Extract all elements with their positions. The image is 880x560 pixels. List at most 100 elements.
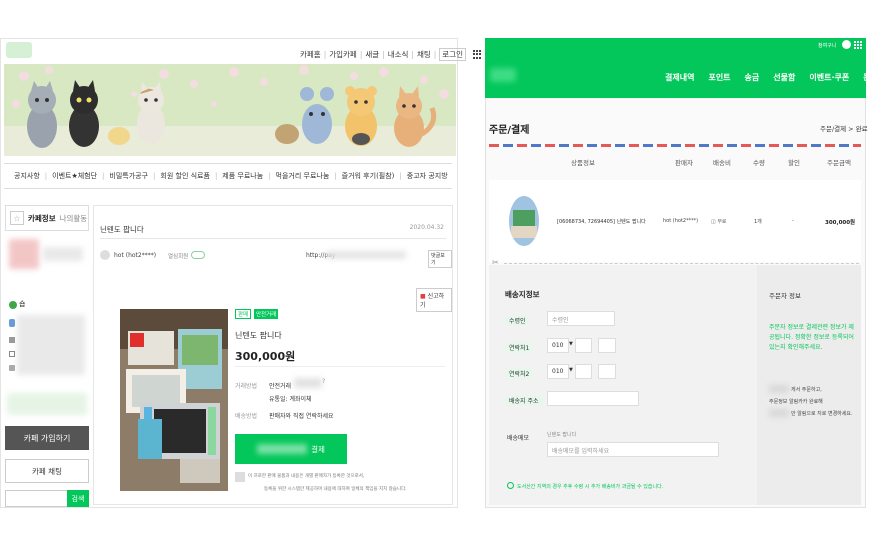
menu-item-member-discount[interactable]: 회원 할인 식료품: [160, 171, 210, 181]
menu-item-notice[interactable]: 공지사항: [14, 171, 40, 181]
pay-header-nav: 결제내역 포인트 송금 선물함 이벤트·쿠폰 문의·리뷰: [665, 72, 880, 83]
apps-grid-icon[interactable]: [473, 50, 482, 59]
header-user[interactable]: 참여구니: [818, 42, 836, 49]
tab-my-activity[interactable]: 나의활동: [60, 213, 88, 224]
nav-inquiry-review[interactable]: 문의·리뷰: [863, 72, 880, 83]
product-image[interactable]: [120, 309, 228, 491]
nav-cafe-home[interactable]: 카페홈: [300, 49, 321, 60]
nav-transfer[interactable]: 송금: [745, 72, 760, 83]
order-info-hidden-2: [769, 409, 789, 417]
tag-safe-deal: 안전거래: [254, 309, 279, 319]
category-menu: 공지사항 | 이벤트★체험단 | 비밀특가공구 | 회원 할인 식료품 | 제품 무료나…: [4, 163, 452, 189]
field-label-shipping: 배송방법: [235, 413, 258, 420]
pay-logo[interactable]: [490, 68, 516, 82]
cafe-stats: [17, 315, 85, 375]
memo-hint: 닌텐도 팝니다: [547, 432, 577, 438]
cafe-chat-button[interactable]: 카페 채팅: [5, 459, 89, 483]
hidden-method-info: [294, 378, 322, 388]
cut-line: [504, 263, 859, 264]
nav-points[interactable]: 포인트: [708, 72, 730, 83]
join-cafe-button[interactable]: 카페 가입하기: [5, 426, 89, 450]
phone1-middle-input[interactable]: [575, 338, 592, 353]
cafe-logo[interactable]: [6, 42, 32, 58]
col-shipping: 배송비: [713, 159, 731, 167]
delivery-section: 배송지정보 수령인 수령인 연락처1 010 ▼ 연락처2 010 ▼ 배송지 …: [489, 265, 861, 505]
cafe-search-button[interactable]: 검색: [67, 490, 89, 507]
airmail-divider: [489, 144, 861, 147]
phone2-label: 연락처2: [505, 368, 534, 379]
product-thumbnail[interactable]: [509, 196, 539, 246]
author-level: 열심회원: [168, 254, 189, 260]
report-button[interactable]: ■ 신고하기: [416, 288, 452, 312]
sidebar-tabs: ☆ 카페정보 나의활동: [5, 205, 89, 231]
pay-button[interactable]: 결제: [235, 434, 347, 464]
page-title: 주문/결제: [489, 125, 530, 136]
user-avatar-icon[interactable]: [842, 40, 851, 49]
row-amount: 300,000원: [825, 220, 856, 226]
address-input[interactable]: [547, 391, 639, 406]
order-info-note-2: 주문정보 알림카카 완료해: [769, 399, 823, 405]
col-amount: 주문금액: [827, 159, 851, 167]
product-price: 300,000원: [235, 350, 296, 363]
star-icon[interactable]: ☆: [10, 211, 24, 225]
calendar-icon: [9, 351, 15, 357]
address-label: 배송지 주소: [505, 395, 543, 406]
nav-new-posts[interactable]: 새글: [365, 49, 379, 60]
nav-payment-history[interactable]: 결제내역: [665, 72, 694, 83]
order-info-note-3: 안 알림으로 지로 변경하세요.: [791, 411, 853, 417]
post-link-hidden: [326, 251, 406, 259]
memo-input[interactable]: 배송메모를 입력하세요: [547, 442, 719, 457]
phone2-middle-input[interactable]: [575, 364, 592, 379]
menu-item-used-notice[interactable]: 중고자 공지방: [407, 171, 448, 181]
notice-icon: [235, 472, 245, 482]
phone1-last-input[interactable]: [598, 338, 616, 353]
phone1-prefix-value: 010: [552, 342, 564, 349]
nav-chat[interactable]: 채팅: [417, 49, 431, 60]
chevron-down-icon: ▼: [569, 341, 573, 347]
field-value-method: 안전거래: [269, 383, 292, 390]
recipient-label: 수령인: [505, 315, 530, 326]
author-avatar[interactable]: [100, 250, 110, 260]
nav-my-news[interactable]: 내소식: [388, 49, 409, 60]
nav-event-coupon[interactable]: 이벤트·쿠폰: [809, 72, 849, 83]
menu-item-reviews[interactable]: 즐거워 후기(필참): [342, 171, 395, 181]
nav-gift-box[interactable]: 선물함: [773, 72, 795, 83]
breadcrumb: 주문/결제 > 완료: [820, 125, 868, 133]
cafe-search-input[interactable]: [5, 490, 67, 507]
apps-grid-icon-pay[interactable]: [854, 41, 862, 49]
post-title: 닌텐도 팝니다: [100, 225, 144, 234]
author-name[interactable]: hot (hot2****): [114, 252, 156, 259]
menu-item-free-products[interactable]: 제품 무료나눔: [222, 171, 263, 181]
top-nav: 카페홈 | 가입카페 | 새글 | 내소식 | 채팅 | 로그인: [300, 48, 482, 61]
cafe-level-badge: [7, 393, 87, 415]
field-value-shipping: 판매자와 직접 연락하세요: [269, 413, 334, 420]
phone1-prefix-select[interactable]: 010: [547, 338, 569, 353]
phone2-prefix-value: 010: [552, 368, 564, 375]
nav-joined-cafe[interactable]: 가입카페: [329, 49, 357, 60]
nav-login[interactable]: 로그인: [439, 48, 466, 61]
delivery-title: 배송지정보: [505, 290, 540, 299]
recipient-input[interactable]: 수령인: [547, 311, 615, 326]
pay-button-hidden: [257, 444, 308, 454]
field-value-payment: 유통일: 계좌이체: [269, 396, 312, 403]
order-table-header: 상품정보 판매자 배송비 수량 할인 주문금액: [489, 152, 861, 172]
help-icon[interactable]: ?: [322, 378, 325, 385]
nintendo-switch-photo: [120, 309, 228, 491]
row-product-name: [06068734, 72694405] 닌텐도 팝니다: [557, 219, 646, 225]
cafe-banner: [4, 64, 456, 156]
post-date: 2020.04.32: [409, 224, 444, 231]
row-seller: hot (hot2****): [663, 218, 699, 224]
order-info-hidden-1: [769, 385, 789, 393]
col-qty: 수량: [753, 159, 765, 167]
phone2-prefix-select[interactable]: 010: [547, 364, 569, 379]
tab-cafe-info[interactable]: 카페정보: [28, 213, 56, 224]
view-comments-button[interactable]: 댓글보기: [428, 250, 452, 268]
menu-item-event[interactable]: 이벤트★체험단: [52, 171, 97, 181]
manager-label: 숍: [19, 300, 26, 308]
menu-item-free-food[interactable]: 먹을거리 무료나눔: [276, 171, 330, 181]
menu-item-secret-deal[interactable]: 비밀특가공구: [109, 171, 148, 181]
order-product-row: [06068734, 72694405] 닌텐도 팝니다 hot (hot2**…: [489, 180, 861, 262]
col-seller: 판매자: [675, 159, 693, 167]
phone2-last-input[interactable]: [598, 364, 616, 379]
cafe-thumbnail: [9, 239, 39, 269]
